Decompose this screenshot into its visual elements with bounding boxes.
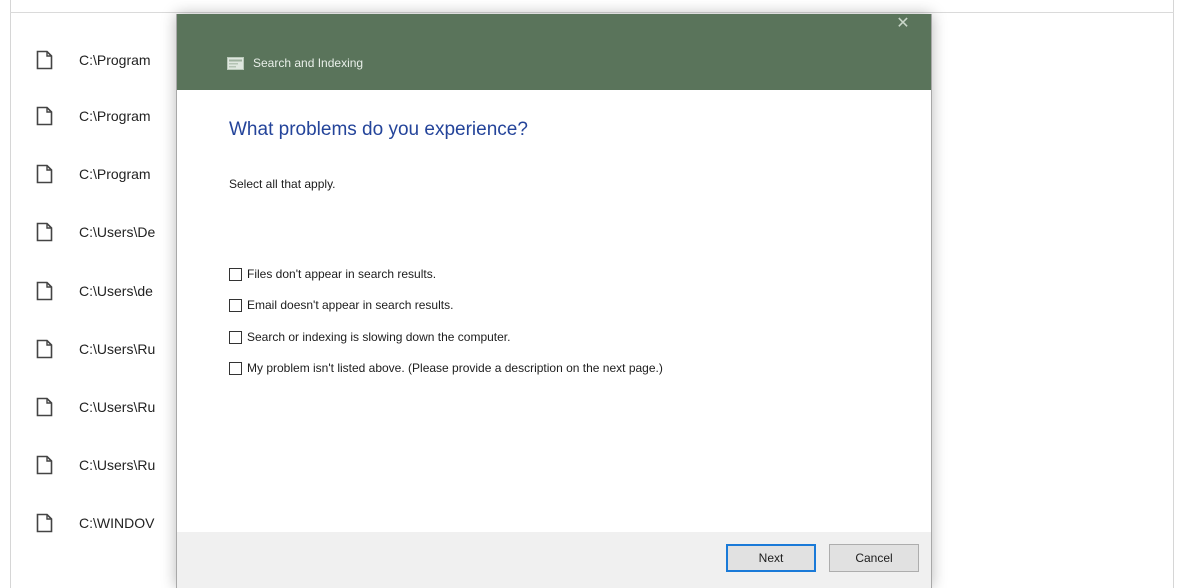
close-icon[interactable]: ✕ <box>891 14 915 36</box>
option-label: Search or indexing is slowing down the c… <box>247 330 511 344</box>
file-path-label: C:\Users\de <box>79 283 153 299</box>
option-label: Files don't appear in search results. <box>247 267 437 281</box>
cancel-button[interactable]: Cancel <box>829 544 919 572</box>
file-list-item[interactable]: C:\Users\de <box>36 279 153 303</box>
file-list-item[interactable]: C:\Program <box>36 104 151 128</box>
dialog-titlebar: ✕ Search and Indexing <box>177 14 931 90</box>
file-list-item[interactable]: C:\Users\De <box>36 220 155 244</box>
file-icon <box>36 513 53 533</box>
file-path-label: C:\WINDOV <box>79 515 155 531</box>
files-checkbox[interactable] <box>229 267 242 281</box>
troubleshooter-icon <box>227 57 244 70</box>
file-icon <box>36 397 53 417</box>
problem-option-files[interactable]: Files don't appear in search results. <box>229 265 436 283</box>
file-list-item[interactable]: C:\Program <box>36 48 151 72</box>
file-path-label: C:\Users\Ru <box>79 399 156 415</box>
dialog-instruction: Select all that apply. <box>229 177 336 191</box>
file-list-item[interactable]: C:\Users\Ru <box>36 337 155 361</box>
next-button[interactable]: Next <box>726 544 816 572</box>
file-list-item[interactable]: C:\Program <box>36 162 151 186</box>
option-label: My problem isn't listed above. (Please p… <box>247 361 663 375</box>
file-path-label: C:\Users\De <box>79 224 156 240</box>
file-path-label: C:\Users\Ru <box>79 457 156 473</box>
dialog-heading: What problems do you experience? <box>229 119 528 140</box>
problem-option-other[interactable]: My problem isn't listed above. (Please p… <box>229 359 663 377</box>
file-list-item[interactable]: C:\WINDOV <box>36 511 154 535</box>
file-icon <box>36 222 53 242</box>
other-problem-checkbox[interactable] <box>229 361 242 375</box>
file-path-label: C:\Program <box>79 52 151 68</box>
file-icon <box>36 164 53 184</box>
dialog-footer: Next Cancel <box>177 532 931 588</box>
problem-option-slowdown[interactable]: Search or indexing is slowing down the c… <box>229 328 510 346</box>
file-icon <box>36 281 53 301</box>
file-icon <box>36 339 53 359</box>
dialog-title: Search and Indexing <box>253 56 364 70</box>
file-list-item[interactable]: C:\Users\Ru <box>36 453 155 477</box>
slowdown-checkbox[interactable] <box>229 330 242 344</box>
file-icon <box>36 455 53 475</box>
file-path-label: C:\Program <box>79 108 151 124</box>
email-checkbox[interactable] <box>229 298 242 312</box>
file-list-item[interactable]: C:\Users\Ru <box>36 395 155 419</box>
file-path-label: C:\Users\Ru <box>79 341 156 357</box>
background-divider <box>10 12 1174 13</box>
option-label: Email doesn't appear in search results. <box>247 298 454 312</box>
file-icon <box>36 106 53 126</box>
file-icon <box>36 50 53 70</box>
search-indexing-dialog: ✕ Search and Indexing What problems do y… <box>176 14 932 588</box>
file-path-label: C:\Program <box>79 166 151 182</box>
problem-option-email[interactable]: Email doesn't appear in search results. <box>229 296 453 314</box>
